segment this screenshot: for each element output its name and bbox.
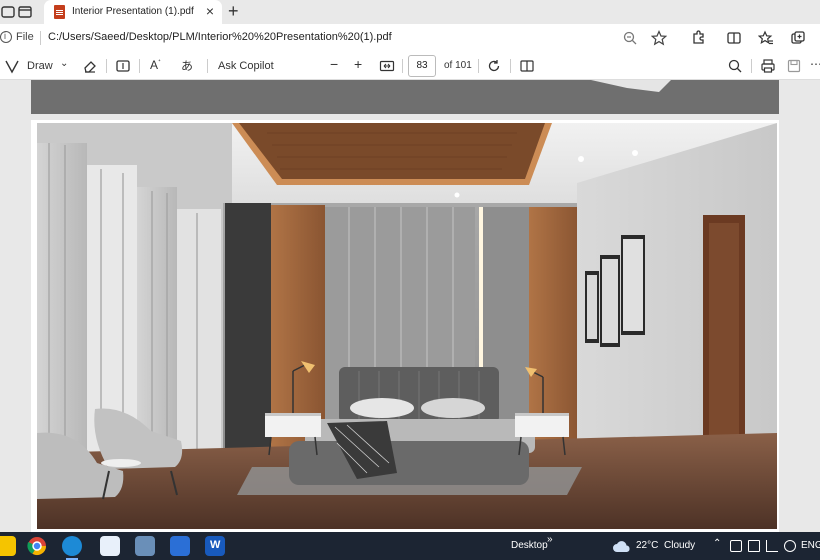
text-box-icon[interactable] [115,58,131,74]
draw-button[interactable]: Draw [27,60,53,72]
toolbar-divider [751,59,752,73]
weather-description[interactable]: Cloudy [664,540,695,551]
extensions-icon[interactable] [690,30,706,46]
volume-icon[interactable] [784,540,796,552]
address-bar: File C:/Users/Saeed/Desktop/PLM/Interior… [0,24,820,52]
tab-strip: Interior Presentation (1).pdf × + [0,0,820,24]
file-explorer-icon[interactable] [0,536,16,556]
translate-icon[interactable]: あ [181,57,193,74]
fit-page-icon[interactable] [379,58,395,74]
taskbar: W Desktop » 22°C Cloudy ⌃ ENG [0,532,820,560]
toolbar-divider [139,59,140,73]
save-icon[interactable] [786,58,802,74]
toolbar-divider [207,59,208,73]
pdf-toolbar: Draw ⌄ Aᐩ あ Ask Copilot − + 83 of 101 ⋯ [0,52,820,80]
print-icon[interactable] [760,58,776,74]
wifi-icon[interactable] [766,540,778,552]
search-icon[interactable] [727,58,743,74]
battery-icon[interactable] [730,540,742,552]
favorites-icon[interactable] [758,30,774,46]
close-tab-icon[interactable]: × [206,3,214,19]
split-screen-icon[interactable] [726,30,742,46]
pdf-file-icon [54,5,65,19]
address-divider [40,31,41,45]
previous-page-image [591,80,671,92]
previous-page [31,80,779,114]
page-number-input[interactable]: 83 [408,55,436,77]
zoom-out-icon[interactable]: − [330,56,338,72]
cloud-icon[interactable] [612,539,632,553]
desktop-toolbar-label[interactable]: Desktop [511,540,548,551]
toolbar-divider [402,59,403,73]
pdf-page [31,120,779,532]
weather-temperature[interactable]: 22°C [636,540,658,551]
language-indicator[interactable]: ENG [801,540,820,551]
rotate-icon[interactable] [486,58,502,74]
page-total: of 101 [444,60,472,71]
toolbar-divider [478,59,479,73]
scheme-label[interactable]: File [16,31,34,43]
info-icon[interactable] [0,31,12,43]
collections-icon[interactable] [790,30,806,46]
new-tab-icon[interactable]: + [228,1,239,21]
page-view-icon[interactable] [519,58,535,74]
chevron-right-icon[interactable]: » [547,534,553,545]
bedroom-render-image [37,123,777,529]
tab-title: Interior Presentation (1).pdf [72,6,194,17]
ask-copilot-button[interactable]: Ask Copilot [218,60,274,72]
draw-icon[interactable] [4,58,20,74]
city-app-icon[interactable] [135,536,155,556]
read-aloud-icon[interactable]: Aᐩ [150,58,161,72]
favorite-star-icon[interactable] [651,30,667,46]
erase-icon[interactable] [82,58,98,74]
vertical-tabs-icon[interactable] [16,3,34,21]
address-url[interactable]: C:/Users/Saeed/Desktop/PLM/Interior%20%2… [48,31,392,43]
zoom-icon[interactable] [622,30,638,46]
more-options-icon[interactable]: ⋯ [810,57,820,71]
tab-active[interactable]: Interior Presentation (1).pdf × [44,0,222,24]
display-icon[interactable] [748,540,760,552]
store-icon[interactable] [100,536,120,556]
toolbar-divider [510,59,511,73]
chevron-down-icon[interactable]: ⌄ [60,58,68,69]
zoom-in-icon[interactable]: + [354,56,362,72]
pdf-viewport[interactable] [0,80,820,532]
edge-icon[interactable] [62,536,82,556]
toolbar-divider [106,59,107,73]
chrome-icon[interactable] [27,536,47,556]
word-icon[interactable]: W [205,536,225,556]
mail-icon[interactable] [170,536,190,556]
chevron-up-icon[interactable]: ⌃ [713,538,721,549]
